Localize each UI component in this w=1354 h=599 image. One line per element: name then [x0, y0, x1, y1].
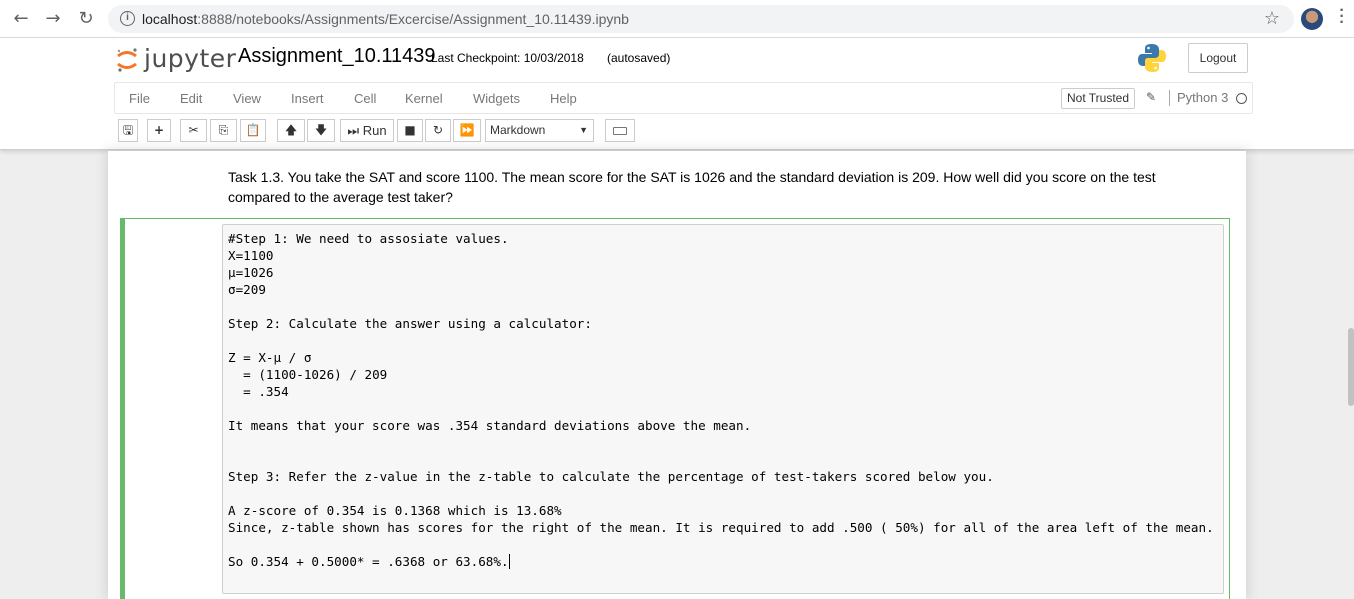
text-cursor	[508, 554, 510, 569]
editor-line: Since, z-table shown has scores for the …	[228, 520, 1214, 535]
forward-arrow-icon[interactable]: →	[42, 8, 64, 30]
menu-file[interactable]: File	[129, 91, 150, 106]
restart-run-all-icon[interactable]: ⏩	[453, 119, 481, 142]
markdown-cell[interactable]: Task 1.3. You take the SAT and score 110…	[228, 167, 1188, 207]
url-text[interactable]: localhost:8888/notebooks/Assignments/Exc…	[142, 11, 629, 27]
editor-line: X=1100	[228, 248, 274, 263]
browser-menu-icon[interactable]: · · ·	[1338, 3, 1346, 31]
cell-type-value: Markdown	[490, 123, 546, 137]
logout-button[interactable]: Logout	[1188, 43, 1248, 73]
trust-button[interactable]: Not Trusted	[1061, 88, 1136, 109]
menu-kernel[interactable]: Kernel	[405, 91, 443, 106]
back-arrow-icon[interactable]: ←	[10, 8, 32, 30]
notebook-container: Task 1.3. You take the SAT and score 110…	[108, 151, 1246, 599]
editor-line: Step 2: Calculate the answer using a cal…	[228, 316, 592, 331]
menubar: File Edit View Insert Cell Kernel Widget…	[114, 82, 1253, 114]
paste-icon[interactable]: 📋	[240, 119, 266, 142]
editor-line: It means that your score was .354 standa…	[228, 418, 752, 433]
restart-icon[interactable]: ↻	[425, 119, 451, 142]
notebook-name[interactable]: Assignment_10.11439	[238, 45, 436, 68]
selected-cell[interactable]: #Step 1: We need to assosiate values. X=1…	[120, 218, 1230, 599]
browser-toolbar: ← → ↻ i localhost:8888/notebooks/Assignm…	[0, 0, 1354, 38]
editor-line: Step 3: Refer the z-value in the z-table…	[228, 469, 994, 484]
kernel-idle-icon	[1236, 93, 1247, 104]
kernel-name: Python 3	[1169, 90, 1228, 106]
editor-line: μ=1026	[228, 265, 274, 280]
editor-line: A z-score of 0.354 is 0.1368 which is 13…	[228, 503, 562, 518]
move-up-icon[interactable]: 🡅	[277, 119, 305, 142]
url-host: localhost	[142, 11, 198, 27]
jupyter-header: jupyter Assignment_10.11439 Last Checkpo…	[0, 38, 1354, 150]
last-checkpoint: Last Checkpoint: 10/03/2018	[431, 51, 584, 65]
menu-widgets[interactable]: Widgets	[473, 91, 520, 106]
move-down-icon[interactable]: 🡇	[307, 119, 335, 142]
interrupt-icon[interactable]: ■	[397, 119, 423, 142]
code-editor[interactable]: #Step 1: We need to assosiate values. X=1…	[222, 224, 1224, 594]
editor-line: = .354	[228, 384, 289, 399]
run-icon: ⏭	[347, 123, 360, 138]
bookmark-star-icon[interactable]: ☆	[1264, 8, 1280, 29]
run-button[interactable]: ⏭ Run	[340, 119, 394, 142]
python-logo-icon	[1138, 44, 1166, 72]
info-icon[interactable]: i	[120, 11, 135, 26]
cell-type-select[interactable]: Markdown ▼	[485, 119, 594, 142]
reload-icon[interactable]: ↻	[75, 8, 97, 30]
insert-cell-icon[interactable]: +	[147, 119, 171, 142]
jupyter-logo-text: jupyter	[144, 44, 237, 73]
editor-text[interactable]: #Step 1: We need to assosiate values. X=1…	[228, 230, 1218, 570]
editor-line: σ=209	[228, 282, 266, 297]
keyboard-icon	[613, 127, 627, 135]
run-label: Run	[362, 123, 387, 138]
editor-line: Z = X-μ / σ	[228, 350, 312, 365]
editor-line: #Step 1: We need to assosiate values.	[228, 231, 509, 246]
editor-line: So 0.354 + 0.5000* = .6368 or 63.68%.	[228, 554, 510, 569]
autosave-status: (autosaved)	[607, 51, 671, 65]
pencil-icon[interactable]: ✎	[1146, 90, 1156, 104]
dropdown-arrow-icon: ▼	[579, 125, 588, 135]
menu-edit[interactable]: Edit	[180, 91, 202, 106]
menu-help[interactable]: Help	[550, 91, 577, 106]
jupyter-logo-icon	[117, 48, 137, 72]
editor-line: = (1100-1026) / 209	[228, 367, 388, 382]
url-path: :8888/notebooks/Assignments/Excercise/As…	[197, 11, 629, 27]
copy-icon[interactable]: ⎘	[210, 119, 237, 142]
keyboard-shortcuts-button[interactable]	[605, 119, 635, 142]
cut-icon[interactable]: ✂	[180, 119, 207, 142]
address-bar[interactable]: i localhost:8888/notebooks/Assignments/E…	[108, 5, 1294, 33]
menu-cell[interactable]: Cell	[354, 91, 376, 106]
save-icon[interactable]: 🖫	[118, 119, 138, 142]
menu-view[interactable]: View	[233, 91, 261, 106]
menu-insert[interactable]: Insert	[291, 91, 324, 106]
scrollbar-thumb[interactable]	[1348, 328, 1354, 406]
profile-avatar[interactable]	[1301, 8, 1323, 30]
